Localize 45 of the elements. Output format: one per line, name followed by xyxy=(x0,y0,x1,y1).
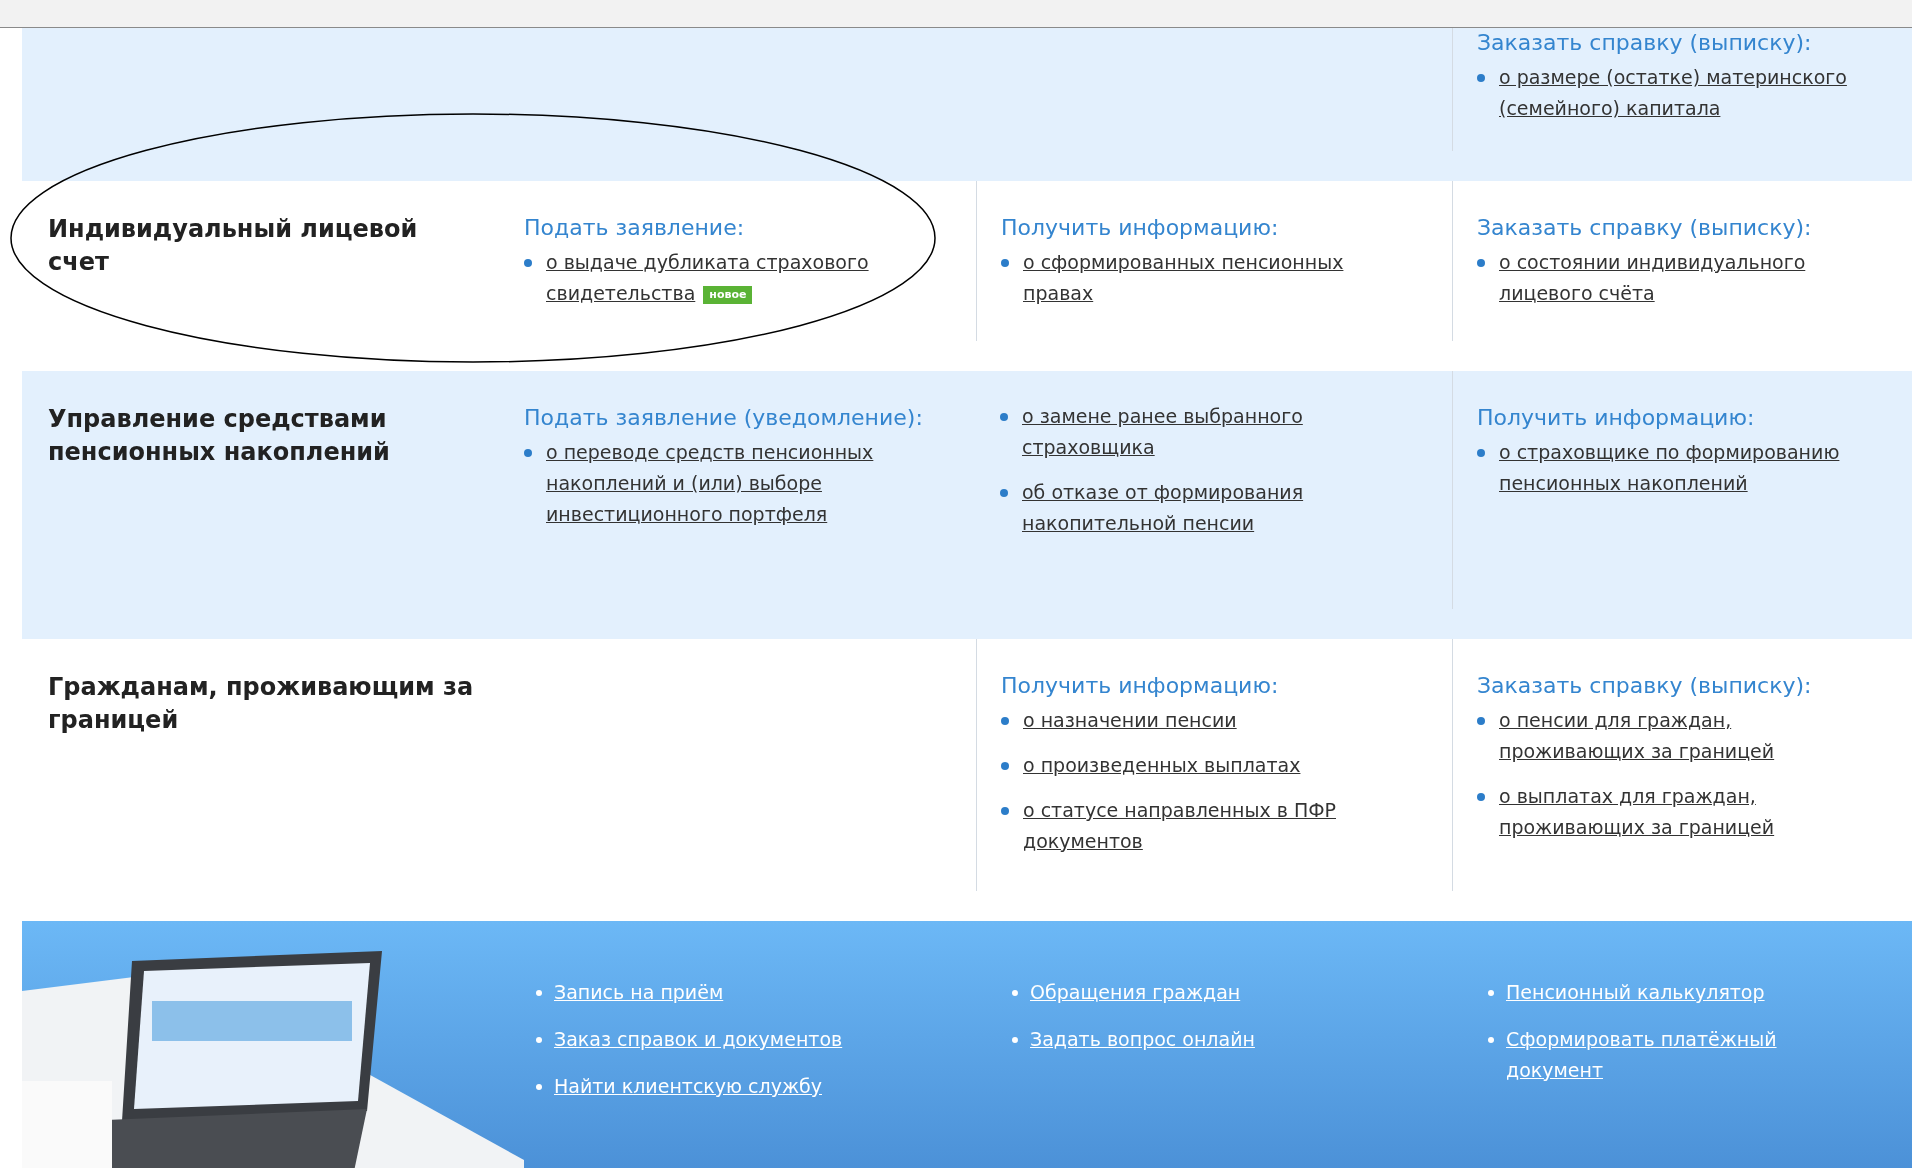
service-link[interactable]: об отказе от формирования накопительной пенсии xyxy=(1022,477,1392,539)
bullet-icon xyxy=(1477,449,1485,457)
bullet-icon xyxy=(536,990,542,996)
column-heading: Получить информацию: xyxy=(1001,672,1280,700)
column-heading: Получить информацию: xyxy=(1477,404,1756,432)
bullet-icon xyxy=(1012,1037,1018,1043)
bullet-icon xyxy=(524,449,532,457)
column-heading: Заказать справку (выписку): xyxy=(1477,672,1813,700)
bullet-icon xyxy=(536,1037,542,1043)
section-title: Гражданам, проживающим за границей xyxy=(48,672,474,736)
bullet-icon xyxy=(1000,413,1008,421)
service-link[interactable]: о страховщике по формированию пенсионных накоплений xyxy=(1499,437,1869,499)
service-link[interactable]: о статусе направленных в ПФР документов xyxy=(1023,795,1393,857)
service-link[interactable]: о произведенных выплатах xyxy=(1023,750,1393,781)
bullet-icon xyxy=(1001,717,1009,725)
bullet-icon xyxy=(1001,762,1009,770)
service-link[interactable]: о выплатах для граждан, проживающих за границей xyxy=(1499,781,1869,843)
bullet-icon xyxy=(1001,807,1009,815)
bullet-icon xyxy=(1477,793,1485,801)
column-heading: Подать заявление (уведомление): xyxy=(524,404,924,432)
bullet-icon xyxy=(524,259,532,267)
service-link[interactable]: о сформированных пенсионных правах xyxy=(1023,247,1393,309)
bullet-icon xyxy=(1488,990,1494,996)
column-heading: Подать заявление: xyxy=(524,214,746,242)
service-link[interactable]: о пенсии для граждан, проживающих за границей xyxy=(1499,705,1869,767)
bullet-icon xyxy=(536,1084,542,1090)
column-heading: Заказать справку (выписку): xyxy=(1477,214,1813,242)
service-link[interactable]: о состоянии индивидуального лицевого счёта xyxy=(1499,247,1869,309)
section-title: Индивидуальный лицевой счет xyxy=(48,214,419,278)
bullet-icon xyxy=(1000,489,1008,497)
new-badge: новое xyxy=(703,285,753,304)
service-link[interactable]: о переводе средств пенсионных накоплений и (или) выборе инвестиционного портфеля xyxy=(546,437,916,530)
section-title: Управление средствами пенсионных накоплений xyxy=(48,404,391,468)
column-heading: Заказать справку (выписку): xyxy=(1477,29,1813,57)
bullet-icon xyxy=(1477,74,1485,82)
service-link[interactable]: о выдаче дубликата страхового свидетельства новое xyxy=(546,247,916,309)
bullet-icon xyxy=(1477,717,1485,725)
column-heading: Получить информацию: xyxy=(1001,214,1280,242)
service-link[interactable]: о замене ранее выбранного страховщика xyxy=(1022,401,1392,463)
bullet-icon xyxy=(1477,259,1485,267)
service-link[interactable]: о размере (остатке) материнского (семейного) капитала xyxy=(1499,62,1869,124)
service-link[interactable]: о назначении пенсии xyxy=(1023,705,1393,736)
bullet-icon xyxy=(1012,990,1018,996)
bullet-icon xyxy=(1001,259,1009,267)
bullet-icon xyxy=(1488,1037,1494,1043)
